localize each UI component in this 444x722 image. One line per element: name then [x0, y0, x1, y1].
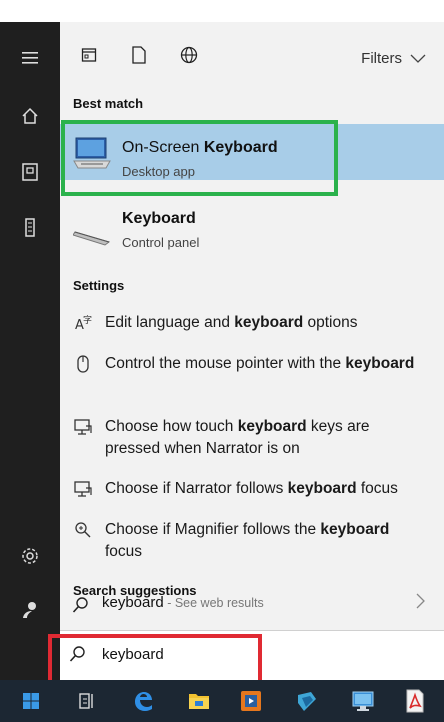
setting-text: Choose how touch keyboard keys are press… — [105, 418, 370, 457]
narrator-icon — [73, 479, 93, 499]
documents-filter-icon[interactable] — [128, 44, 150, 66]
search-icon — [72, 596, 90, 619]
setting-text: Choose if Magnifier follows the keyboard… — [105, 521, 390, 560]
chevron-down-icon — [410, 54, 426, 63]
result-subtitle: Control panel — [122, 235, 200, 250]
filters-label: Filters — [361, 50, 402, 67]
notebook-icon[interactable] — [0, 152, 60, 192]
hamburger-menu-icon[interactable] — [0, 38, 60, 78]
search-results-panel: Filters Best match On-Screen Keyboard De… — [60, 22, 444, 680]
svg-text:字: 字 — [83, 314, 92, 326]
filter-toolbar: Filters — [60, 22, 444, 82]
section-header-settings: Settings — [73, 278, 125, 293]
device-icon[interactable] — [0, 208, 60, 248]
result-title: Keyboard — [122, 210, 196, 227]
pdf-reader-icon[interactable] — [400, 686, 430, 716]
web-filter-globe-icon[interactable] — [178, 44, 200, 66]
windows-start-icon[interactable] — [16, 686, 46, 716]
start-rail — [0, 22, 60, 680]
setting-text: Control the mouse pointer with the keybo… — [105, 355, 415, 372]
store-icon[interactable] — [292, 686, 322, 716]
setting-text: Edit language and keyboard options — [105, 314, 358, 331]
media-player-icon[interactable] — [236, 686, 266, 716]
mouse-icon — [73, 354, 93, 374]
section-header-best-match: Best match — [73, 96, 144, 111]
file-explorer-icon[interactable] — [184, 686, 214, 716]
remote-desktop-icon[interactable] — [348, 686, 378, 716]
settings-gear-icon[interactable] — [0, 536, 60, 576]
setting-text: Choose if Narrator follows keyboard focu… — [105, 480, 398, 497]
user-icon[interactable] — [0, 590, 60, 630]
keyboard-icon — [72, 226, 113, 251]
taskbar — [0, 680, 444, 722]
top-strip — [0, 0, 444, 22]
filters-dropdown[interactable]: Filters — [361, 50, 426, 67]
magnifier-icon — [73, 520, 93, 540]
apps-filter-icon[interactable] — [78, 44, 100, 66]
home-icon[interactable] — [0, 96, 60, 136]
chevron-right-icon[interactable] — [416, 593, 426, 614]
result-keyboard-control-panel[interactable]: Keyboard Control panel — [60, 204, 444, 260]
search-suggestion-row[interactable]: keyboard - See web results — [60, 591, 444, 621]
narrator-icon — [73, 417, 93, 437]
language-icon: A字 — [73, 313, 93, 333]
edge-browser-icon[interactable] — [128, 686, 158, 716]
suggestion-text: keyboard - See web results — [102, 594, 264, 611]
task-view-icon[interactable] — [72, 686, 102, 716]
highlight-red-box — [48, 634, 262, 686]
highlight-green-box — [61, 120, 338, 196]
